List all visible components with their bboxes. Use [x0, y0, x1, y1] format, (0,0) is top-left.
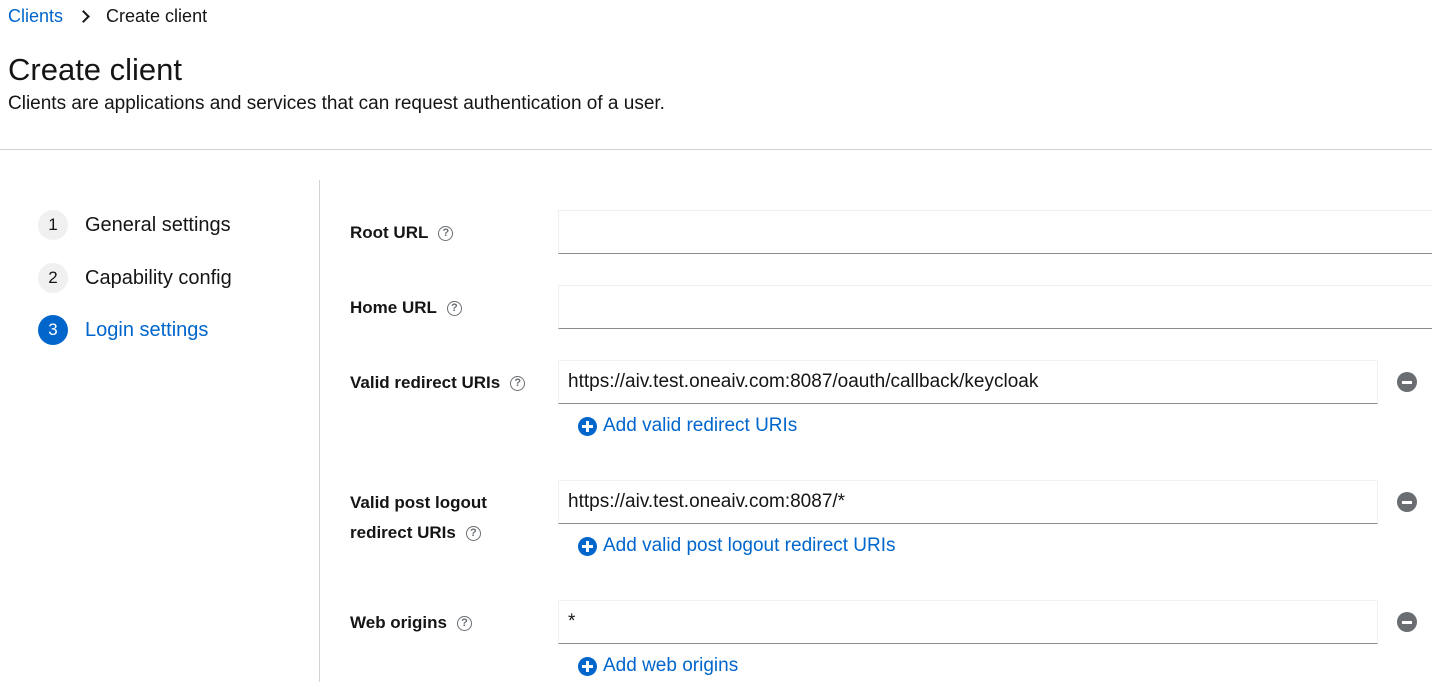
valid-post-logout-label-line2: redirect URIs ?: [350, 518, 481, 548]
wizard-step-general-settings[interactable]: 1 General settings: [38, 210, 231, 240]
breadcrumb-current: Create client: [106, 5, 208, 26]
plus-circle-icon: [578, 416, 597, 436]
remove-redirect-uri-minus-icon[interactable]: [1397, 372, 1417, 392]
help-icon[interactable]: ?: [465, 525, 481, 541]
root-url-input[interactable]: [558, 210, 1432, 254]
help-icon[interactable]: ?: [446, 300, 462, 316]
valid-post-logout-label-line1: Valid post logout: [350, 493, 487, 512]
wizard-nav-divider: [319, 180, 320, 682]
valid-redirect-uri-input[interactable]: [558, 360, 1378, 404]
help-icon[interactable]: ?: [456, 615, 472, 631]
step-label: Login settings: [85, 318, 209, 341]
add-valid-post-logout-uris-button[interactable]: Add valid post logout redirect URIs: [578, 535, 896, 557]
remove-web-origin-minus-icon[interactable]: [1397, 612, 1417, 632]
wizard-step-login-settings[interactable]: 3 Login settings: [38, 315, 208, 345]
wizard-step-capability-config[interactable]: 2 Capability config: [38, 263, 232, 293]
page-description: Clients are applications and services th…: [8, 93, 665, 114]
step-label: General settings: [85, 213, 231, 236]
step-number: 1: [38, 210, 68, 240]
root-url-label: Root URL ?: [350, 218, 454, 248]
page-title: Create client: [8, 52, 183, 87]
step-label: Capability config: [85, 266, 232, 289]
plus-circle-icon: [578, 656, 597, 676]
chevron-right-icon: [77, 9, 90, 23]
header-divider: [0, 149, 1432, 150]
plus-circle-icon: [578, 536, 597, 556]
valid-redirect-uris-label: Valid redirect URIs ?: [350, 368, 526, 398]
step-number: 2: [38, 263, 68, 293]
help-icon[interactable]: ?: [510, 375, 526, 391]
valid-post-logout-uri-input[interactable]: [558, 480, 1378, 524]
breadcrumb-clients-link[interactable]: Clients: [8, 6, 63, 27]
breadcrumb: Clients Create client: [8, 5, 207, 27]
remove-post-logout-uri-minus-icon[interactable]: [1397, 492, 1417, 512]
help-icon[interactable]: ?: [438, 225, 454, 241]
web-origins-label: Web origins ?: [350, 608, 472, 638]
add-valid-redirect-uris-button[interactable]: Add valid redirect URIs: [578, 415, 797, 437]
add-web-origins-button[interactable]: Add web origins: [578, 655, 738, 677]
web-origins-input[interactable]: [558, 600, 1378, 644]
step-number: 3: [38, 315, 68, 345]
home-url-label: Home URL ?: [350, 293, 462, 323]
home-url-input[interactable]: [558, 285, 1432, 329]
